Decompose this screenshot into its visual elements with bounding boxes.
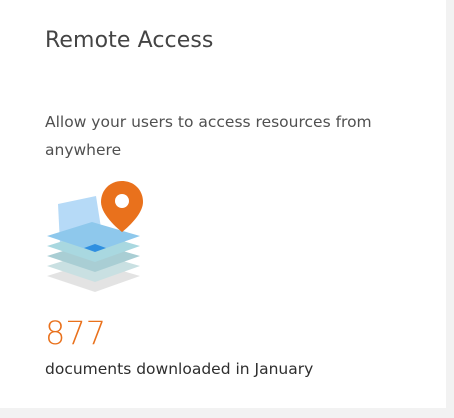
download-count-caption: documents downloaded in January — [45, 360, 314, 378]
remote-access-card: Remote Access Allow your users to access… — [0, 0, 446, 408]
card-description: Allow your users to access resources fro… — [45, 113, 372, 159]
layered-map-location-pin-icon — [40, 176, 150, 311]
download-count: 877 — [45, 314, 107, 352]
card-title: Remote Access — [45, 28, 214, 53]
